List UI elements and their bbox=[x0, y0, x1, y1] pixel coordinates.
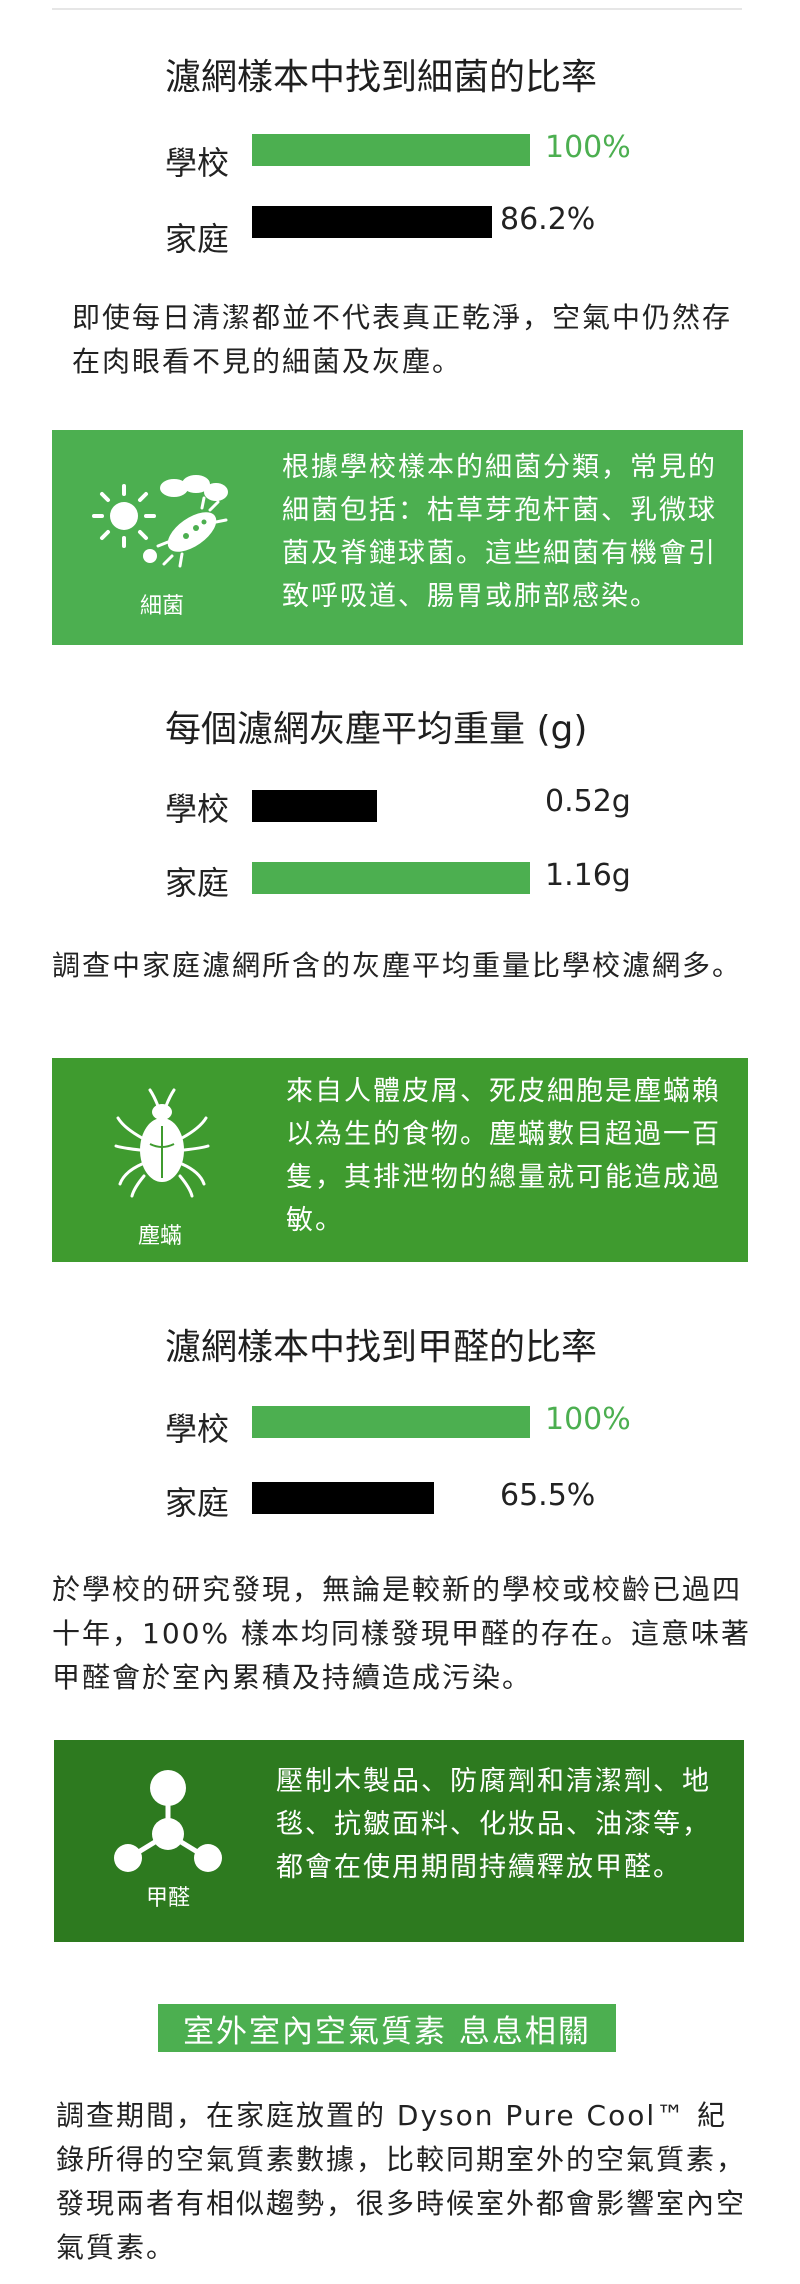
formaldehyde-info-box: 甲醛 壓制木製品、防腐劑和清潔劑、地毯、抗皺面料、化妝品、油漆等，都會在使用期間… bbox=[54, 1740, 744, 1942]
top-divider bbox=[52, 8, 742, 10]
formaldehyde-bar-school bbox=[252, 1406, 530, 1438]
dust-info-box: 塵蟎 來自人體皮屑、死皮細胞是塵蟎賴以為生的食物。塵蟎數目超過一百隻，其排泄物的… bbox=[52, 1058, 748, 1262]
dust-value-home: 1.16g bbox=[545, 858, 631, 893]
bacteria-box-text: 根據學校樣本的細菌分類，常見的細菌包括：枯草芽孢杆菌、乳微球菌及脊鏈球菌。這些細… bbox=[282, 452, 717, 612]
bacteria-value-home: 86.2% bbox=[500, 202, 596, 237]
dust-bar-home bbox=[252, 862, 530, 894]
formaldehyde-box-text: 壓制木製品、防腐劑和清潔劑、地毯、抗皺面料、化妝品、油漆等，都會在使用期間持續釋… bbox=[276, 1766, 711, 1883]
dust-box-text: 來自人體皮屑、死皮細胞是塵蟎賴以為生的食物。塵蟎數目超過一百隻，其排泄物的總量就… bbox=[286, 1076, 721, 1236]
dust-row-school-label: 學校 bbox=[165, 790, 230, 828]
formaldehyde-row-school-label: 學校 bbox=[165, 1410, 230, 1448]
formaldehyde-section-title: 濾網樣本中找到甲醛的比率 bbox=[165, 1327, 598, 1368]
bacteria-caption: 細菌 bbox=[139, 594, 184, 619]
formaldehyde-value-school: 100% bbox=[545, 1402, 631, 1437]
bacteria-row-home-label: 家庭 bbox=[165, 220, 230, 258]
outdoor-indoor-banner: 室外室內空氣質素 息息相關 bbox=[158, 2004, 616, 2052]
bacteria-bar-home bbox=[252, 206, 492, 238]
bacteria-value-school: 100% bbox=[545, 130, 631, 165]
dust-bar-school bbox=[252, 790, 377, 822]
dust-value-school: 0.52g bbox=[545, 784, 631, 819]
formaldehyde-bar-home bbox=[252, 1482, 434, 1514]
dust-row-home-label: 家庭 bbox=[165, 864, 230, 902]
formaldehyde-row-home-label: 家庭 bbox=[165, 1484, 230, 1522]
bacteria-info-box: 細菌 根據學校樣本的細菌分類，常見的細菌包括：枯草芽孢杆菌、乳微球菌及脊鏈球菌。… bbox=[52, 430, 743, 645]
bacteria-section-title: 濾網樣本中找到細菌的比率 bbox=[165, 57, 598, 98]
molecule-icon bbox=[114, 1770, 222, 1872]
bacteria-paragraph: 即使每日清潔都並不代表真正乾淨，空氣中仍然存在肉眼看不見的細菌及灰塵。 bbox=[72, 301, 733, 378]
formaldehyde-paragraph: 於學校的研究發現，無論是較新的學校或校齡已過四十年，100% 樣本均同樣發現甲醛… bbox=[52, 1573, 751, 1694]
dust-section-title: 每個濾網灰塵平均重量 (g) bbox=[165, 709, 588, 750]
formaldehyde-value-home: 65.5% bbox=[500, 1478, 596, 1513]
bacteria-icon bbox=[92, 475, 228, 568]
outdoor-paragraph: 調查期間，在家庭放置的 Dyson Pure Cool™ 紀錄所得的空氣質素數據… bbox=[56, 2099, 747, 2264]
dust-paragraph: 調查中家庭濾網所含的灰塵平均重量比學校濾網多。 bbox=[52, 949, 743, 982]
dust-mite-caption: 塵蟎 bbox=[137, 1224, 182, 1249]
dust-mite-icon bbox=[114, 1088, 210, 1198]
bacteria-row-school-label: 學校 bbox=[165, 144, 230, 182]
formaldehyde-caption: 甲醛 bbox=[145, 1886, 190, 1911]
bacteria-bar-school bbox=[252, 134, 530, 166]
